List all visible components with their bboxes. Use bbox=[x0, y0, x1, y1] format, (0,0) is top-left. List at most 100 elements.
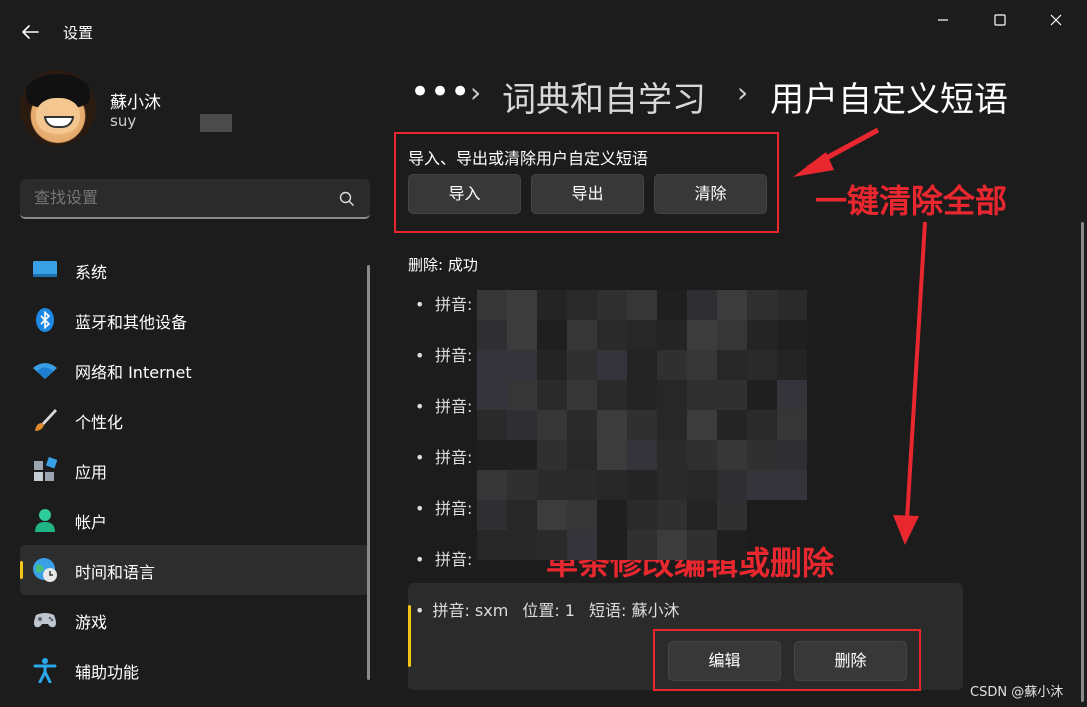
sidebar-item-system[interactable]: 系统 bbox=[20, 245, 370, 295]
mosaic-cell bbox=[567, 290, 597, 320]
list-item: • 拼音: bbox=[415, 346, 473, 365]
mosaic-cell bbox=[597, 350, 627, 380]
list-item: • 拼音: bbox=[415, 448, 473, 467]
mosaic-cell bbox=[537, 290, 567, 320]
export-button[interactable]: 导出 bbox=[531, 174, 644, 214]
mosaic-cell bbox=[777, 470, 807, 500]
sidebar-item-personalization[interactable]: 个性化 bbox=[20, 395, 370, 445]
mosaic-cell bbox=[477, 380, 507, 410]
search-input[interactable] bbox=[34, 188, 314, 207]
mosaic-cell bbox=[507, 530, 537, 560]
selected-indicator bbox=[408, 605, 411, 667]
avatar[interactable] bbox=[20, 70, 96, 146]
mosaic-cell bbox=[597, 440, 627, 470]
entry-pinyin: 拼音: sxm bbox=[432, 601, 509, 620]
mosaic-cell bbox=[477, 320, 507, 350]
mosaic-cell bbox=[717, 530, 747, 560]
mosaic-cell bbox=[747, 320, 777, 350]
sidebar-item-label: 辅助功能 bbox=[75, 663, 140, 682]
mosaic-cell bbox=[627, 380, 657, 410]
sidebar-item-gaming[interactable]: 游戏 bbox=[20, 595, 370, 645]
edit-button[interactable]: 编辑 bbox=[668, 641, 781, 681]
entry-position: 位置: 1 bbox=[522, 601, 575, 620]
maximize-icon bbox=[994, 14, 1006, 26]
sidebar-item-label: 应用 bbox=[75, 463, 108, 482]
sidebar-item-accounts[interactable]: 帐户 bbox=[20, 495, 370, 545]
mosaic-cell bbox=[657, 380, 687, 410]
entry-phrase: 短语: 蘇小沐 bbox=[588, 601, 680, 620]
mosaic-cell bbox=[627, 410, 657, 440]
mosaic-cell bbox=[687, 290, 717, 320]
mosaic-cell bbox=[537, 410, 567, 440]
sidebar-item-apps[interactable]: 应用 bbox=[20, 445, 370, 495]
mosaic-cell bbox=[477, 350, 507, 380]
sidebar-scrollbar[interactable] bbox=[367, 265, 370, 680]
back-button[interactable] bbox=[18, 20, 42, 44]
mosaic-cell bbox=[507, 500, 537, 530]
maximize-button[interactable] bbox=[982, 10, 1022, 30]
mosaic-cell bbox=[507, 290, 537, 320]
mosaic-cell bbox=[597, 500, 627, 530]
monitor-icon bbox=[33, 261, 57, 277]
clear-button[interactable]: 清除 bbox=[654, 174, 767, 214]
mosaic-cell bbox=[687, 530, 717, 560]
mosaic-cell bbox=[537, 380, 567, 410]
sidebar-item-label: 网络和 Internet bbox=[75, 363, 192, 382]
apps-icon bbox=[34, 457, 58, 481]
sidebar-item-accessibility[interactable]: 辅助功能 bbox=[20, 645, 370, 695]
search-box[interactable] bbox=[20, 179, 370, 219]
mosaic-cell bbox=[537, 500, 567, 530]
mosaic-cell bbox=[747, 290, 777, 320]
mosaic-cell bbox=[477, 410, 507, 440]
sidebar-item-bluetooth[interactable]: 蓝牙和其他设备 bbox=[20, 295, 370, 345]
mosaic-cell bbox=[717, 320, 747, 350]
mosaic-cell bbox=[567, 470, 597, 500]
wifi-icon bbox=[33, 363, 57, 379]
app-title: 设置 bbox=[63, 24, 94, 42]
mosaic-cell bbox=[537, 440, 567, 470]
breadcrumb-item-dictionary[interactable]: 词典和自学习 bbox=[502, 72, 706, 121]
close-icon bbox=[1050, 14, 1062, 26]
mosaic-cell bbox=[537, 320, 567, 350]
close-button[interactable] bbox=[1038, 10, 1078, 30]
mosaic-cell bbox=[687, 350, 717, 380]
content-scrollbar[interactable] bbox=[1081, 222, 1084, 702]
mosaic-cell bbox=[717, 470, 747, 500]
mosaic-cell bbox=[597, 290, 627, 320]
mosaic-cell bbox=[747, 410, 777, 440]
globe-clock-icon bbox=[33, 558, 57, 582]
sidebar-item-label: 系统 bbox=[75, 263, 108, 282]
mosaic-cell bbox=[477, 470, 507, 500]
paintbrush-icon bbox=[35, 409, 57, 431]
mosaic-cell bbox=[657, 470, 687, 500]
breadcrumb-overflow-button[interactable]: ••• bbox=[410, 72, 470, 112]
mosaic-cell bbox=[507, 350, 537, 380]
mosaic-cell bbox=[477, 530, 507, 560]
sidebar-item-network[interactable]: 网络和 Internet bbox=[20, 345, 370, 395]
user-email: suy bbox=[110, 112, 137, 130]
mosaic-cell bbox=[507, 380, 537, 410]
minimize-button[interactable] bbox=[924, 10, 964, 30]
mosaic-cell bbox=[747, 350, 777, 380]
mosaic-cell bbox=[627, 290, 657, 320]
privacy-mosaic bbox=[477, 290, 807, 560]
search-icon[interactable] bbox=[338, 190, 356, 208]
mosaic-cell bbox=[477, 440, 507, 470]
annotation-clear-all: 一键清除全部 bbox=[815, 182, 1008, 220]
import-button[interactable]: 导入 bbox=[408, 174, 521, 214]
delete-button[interactable]: 删除 bbox=[794, 641, 907, 681]
mosaic-cell bbox=[687, 500, 717, 530]
page-title: 用户自定义短语 bbox=[770, 80, 1008, 120]
mosaic-cell bbox=[747, 440, 777, 470]
mosaic-cell bbox=[717, 410, 747, 440]
list-item: • 拼音: bbox=[415, 499, 473, 518]
sidebar-item-time-language[interactable]: 时间和语言 bbox=[20, 545, 370, 595]
mosaic-cell bbox=[747, 470, 777, 500]
email-mask bbox=[200, 114, 232, 132]
sidebar-nav: 系统 蓝牙和其他设备 网络和 Internet 个性化 应用 帐户 时间和语言 … bbox=[20, 245, 370, 695]
mosaic-cell bbox=[597, 530, 627, 560]
mosaic-cell bbox=[657, 500, 687, 530]
sidebar-item-label: 蓝牙和其他设备 bbox=[75, 313, 188, 332]
gamepad-icon bbox=[34, 613, 56, 628]
mosaic-cell bbox=[657, 410, 687, 440]
